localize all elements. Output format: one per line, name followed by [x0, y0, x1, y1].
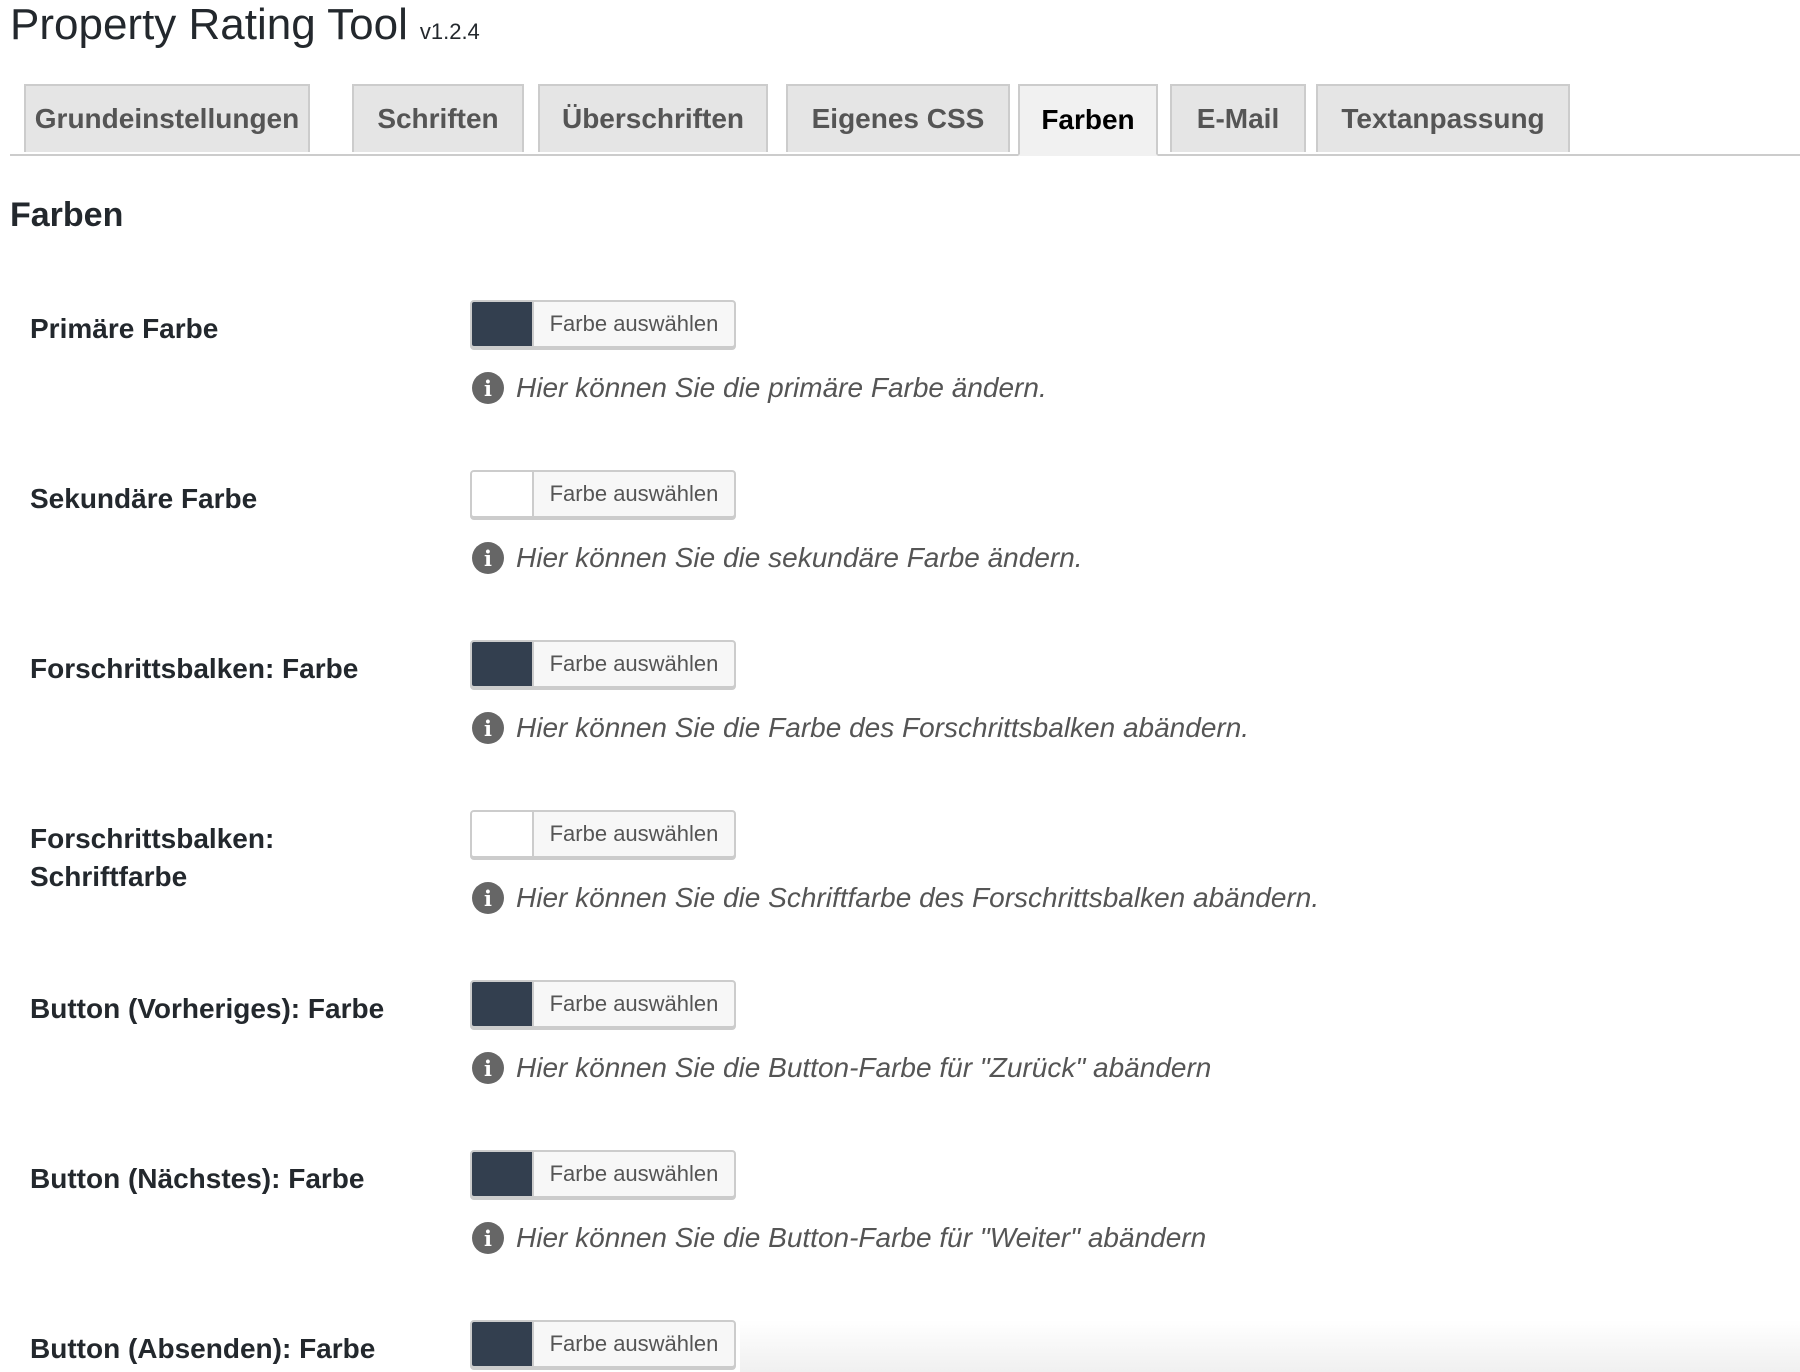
setting-label-button-next-color: Button (Nächstes): Farbe [30, 1163, 365, 1194]
info-circle-icon: i [472, 542, 504, 574]
description-text: Hier können Sie die Button-Farbe für "Zu… [516, 1052, 1212, 1083]
color-swatch [472, 642, 534, 686]
color-swatch [472, 1152, 534, 1196]
info-circle-icon: i [472, 1052, 504, 1084]
info-circle-icon: i [472, 882, 504, 914]
setting-description: i Hier können Sie die Button-Farbe für "… [472, 1052, 1211, 1084]
setting-description: i Hier können Sie die Farbe des Forschri… [472, 712, 1249, 744]
setting-description: i Hier können Sie die sekundäre Farbe än… [472, 542, 1083, 574]
setting-description: i Hier können Sie die Button-Farbe für "… [472, 1222, 1206, 1254]
tab-farben[interactable]: Farben [1018, 84, 1158, 156]
color-swatch [472, 302, 534, 346]
color-picker-label: Farbe auswählen [549, 481, 719, 506]
tab-label: Grundeinstellungen [34, 103, 300, 134]
setting-label-progressbar-color: Forschrittsbalken: Farbe [30, 653, 359, 684]
tab-textanpassung[interactable]: Textanpassung [1316, 84, 1570, 152]
setting-description: i Hier können Sie die primäre Farbe ände… [472, 372, 1047, 404]
tab-label: Textanpassung [1341, 103, 1545, 134]
tab-eigenes-css[interactable]: Eigenes CSS [786, 84, 1010, 152]
info-circle-icon: i [472, 372, 504, 404]
app-title: Property Rating Tool [10, 0, 408, 49]
color-swatch [472, 1322, 534, 1366]
tab-e-mail[interactable]: E-Mail [1170, 84, 1306, 152]
description-text: Hier können Sie die Farbe des Forschritt… [516, 712, 1250, 743]
setting-label-button-previous-color: Button (Vorheriges): Farbe [30, 993, 385, 1024]
color-picker-label: Farbe auswählen [549, 1161, 719, 1186]
progressbar-font-color-picker-button[interactable]: Farbe auswählen [470, 810, 736, 858]
color-picker-label: Farbe auswählen [549, 1331, 719, 1356]
setting-label-secondary-color: Sekundäre Farbe [30, 483, 258, 514]
tab-label: Überschriften [561, 103, 745, 134]
tab-label: E-Mail [1196, 103, 1280, 134]
setting-description: i Hier können Sie die Schriftfarbe des F… [472, 882, 1319, 914]
color-swatch [472, 982, 534, 1026]
scroll-shadow [740, 1320, 1800, 1372]
color-picker-label: Farbe auswählen [549, 651, 719, 676]
tab-label: Schriften [377, 103, 499, 134]
color-picker-label: Farbe auswählen [549, 991, 719, 1016]
setting-label-primary-color: Primäre Farbe [30, 313, 219, 344]
tab-grundeinstellungen[interactable]: Grundeinstellungen [24, 84, 310, 152]
secondary-color-picker-button[interactable]: Farbe auswählen [470, 470, 736, 518]
color-swatch [472, 472, 534, 516]
description-text: Hier können Sie die Schriftfarbe des For… [516, 882, 1320, 913]
color-picker-label: Farbe auswählen [549, 821, 719, 846]
section-title: Farben [10, 196, 124, 234]
setting-label-button-submit-color: Button (Absenden): Farbe [30, 1333, 376, 1364]
app-version: v1.2.4 [419, 19, 480, 44]
label-line: Forschrittsbalken: [30, 823, 275, 854]
description-text: Hier können Sie die primäre Farbe ändern… [516, 372, 1047, 403]
label-line: Schriftfarbe [30, 861, 188, 892]
tab-label: Eigenes CSS [811, 103, 985, 134]
primary-color-picker-button[interactable]: Farbe auswählen [470, 300, 736, 348]
tab-schriften[interactable]: Schriften [352, 84, 524, 152]
button-previous-color-picker-button[interactable]: Farbe auswählen [470, 980, 736, 1028]
info-circle-icon: i [472, 1222, 504, 1254]
progressbar-color-picker-button[interactable]: Farbe auswählen [470, 640, 736, 688]
description-text: Hier können Sie die Button-Farbe für "We… [516, 1222, 1207, 1253]
app-header: Property Rating Tool v1.2.4 [10, 0, 480, 60]
color-picker-label: Farbe auswählen [549, 311, 719, 336]
setting-label-progressbar-font-color: Forschrittsbalken: Schriftfarbe [30, 820, 450, 896]
tab-label: Farben [1041, 104, 1135, 135]
tab-ueberschriften[interactable]: Überschriften [538, 84, 768, 152]
settings-page: Property Rating Tool v1.2.4 Grundeinstel… [0, 0, 1800, 1372]
color-swatch [472, 812, 534, 856]
button-next-color-picker-button[interactable]: Farbe auswählen [470, 1150, 736, 1198]
tab-bar: Grundeinstellungen Schriften Überschrift… [10, 84, 1800, 156]
description-text: Hier können Sie die sekundäre Farbe ände… [516, 542, 1083, 573]
info-circle-icon: i [472, 712, 504, 744]
button-submit-color-picker-button[interactable]: Farbe auswählen [470, 1320, 736, 1368]
